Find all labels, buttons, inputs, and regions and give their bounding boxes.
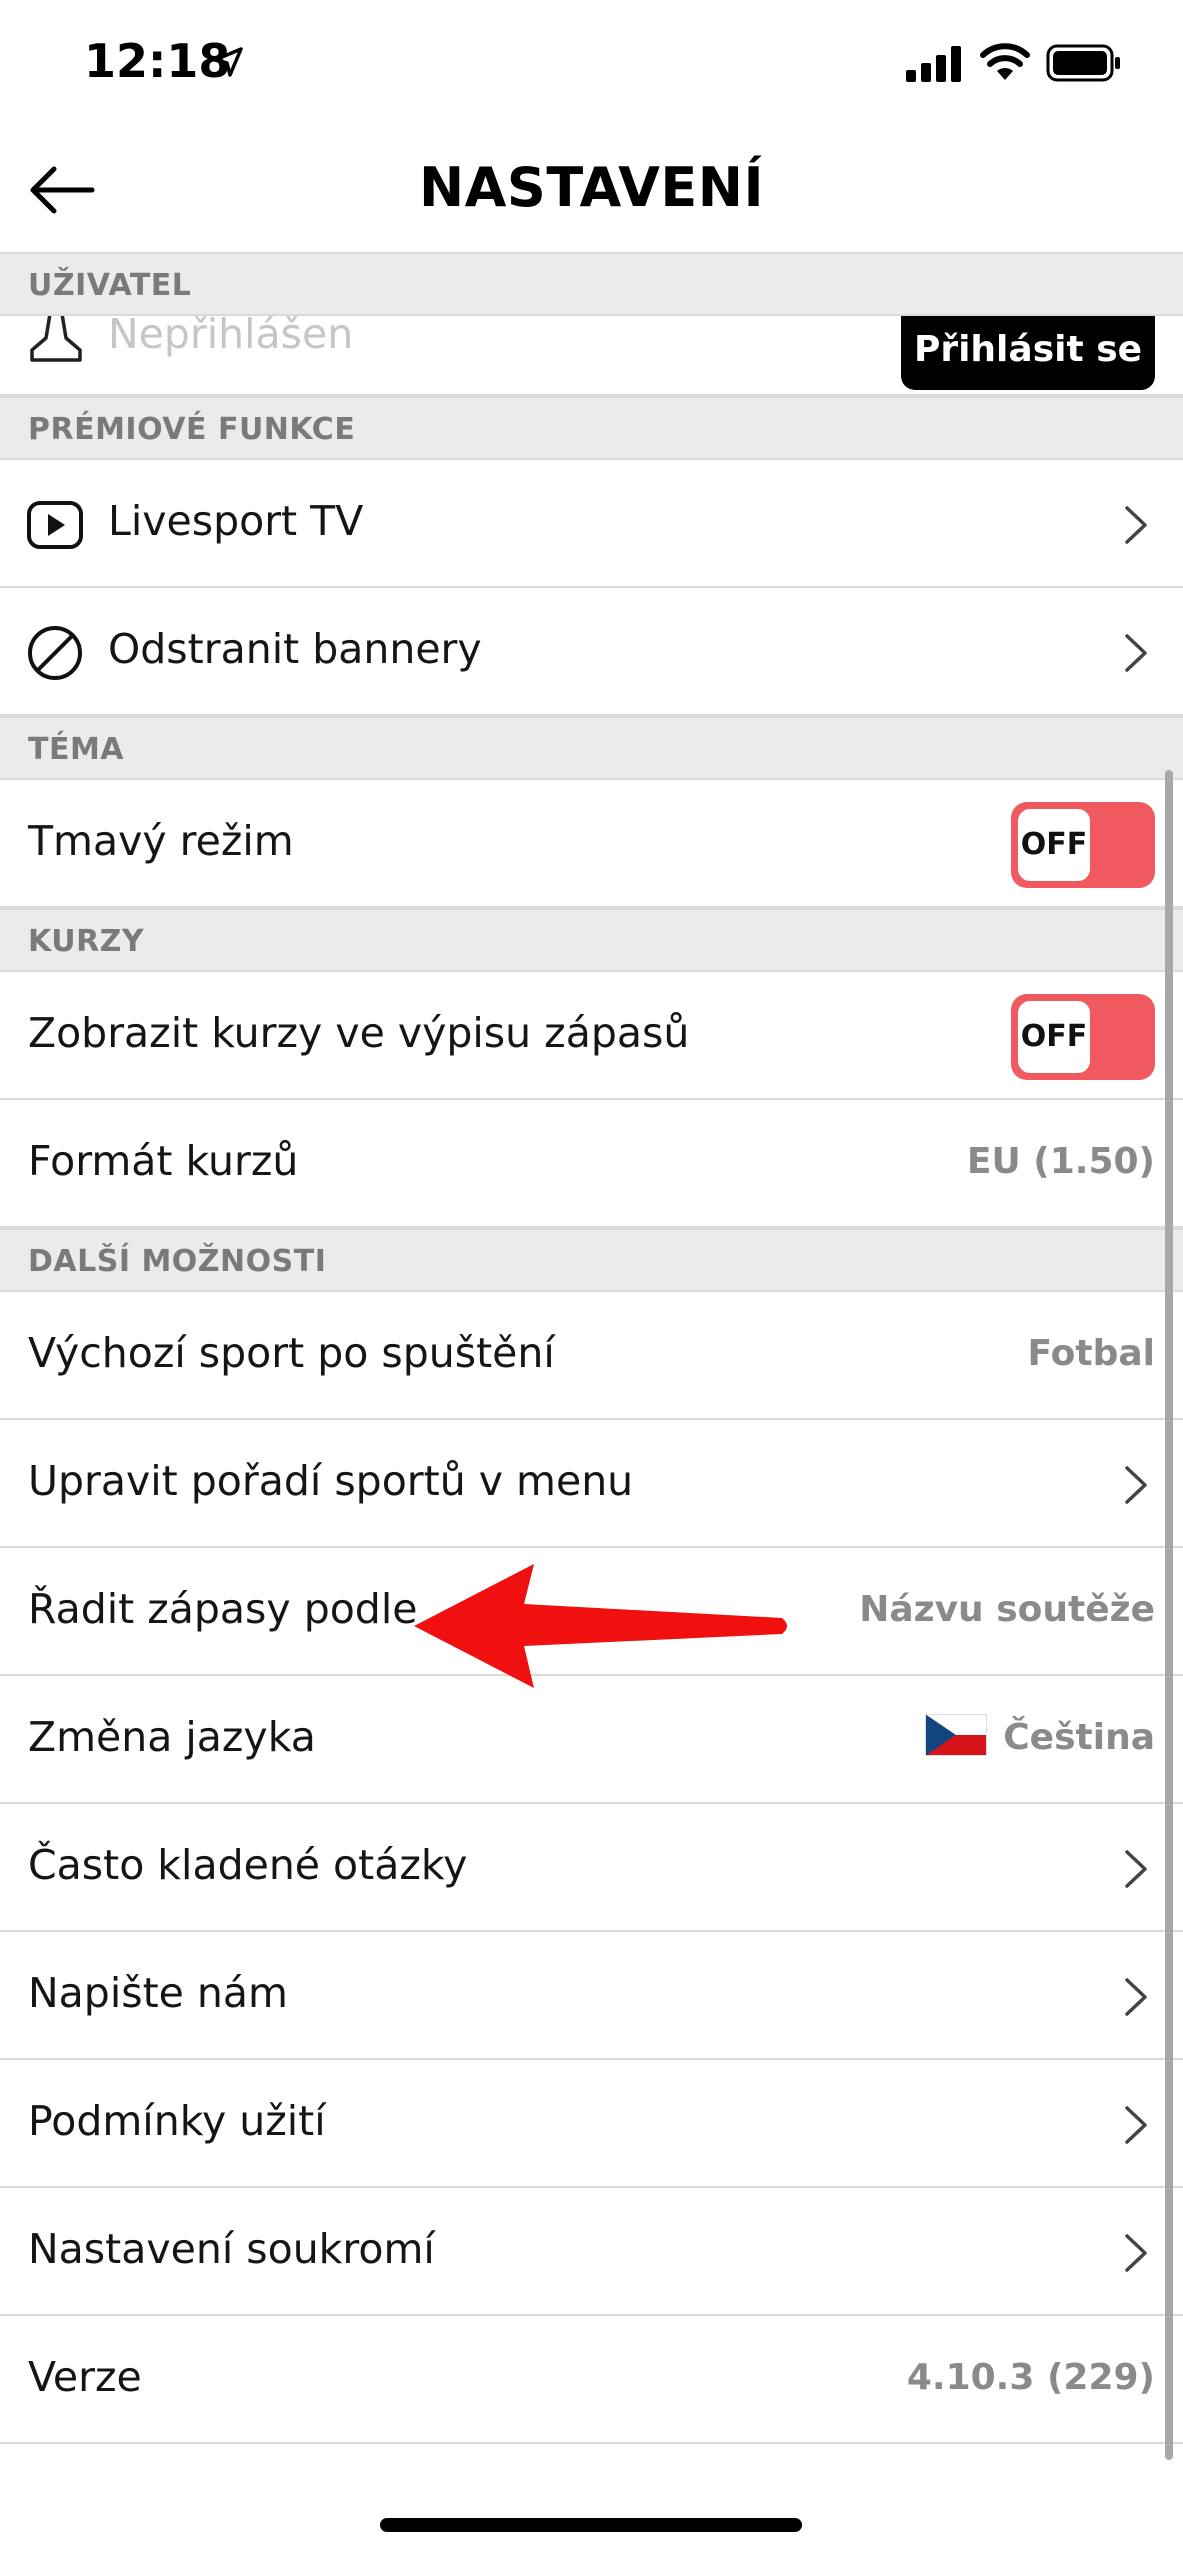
terms-item[interactable]: Podmínky užití xyxy=(0,2060,1183,2188)
default-sport-item[interactable]: Výchozí sport po spuštění Fotbal xyxy=(0,1292,1183,1420)
page-title: NASTAVENÍ xyxy=(418,156,765,219)
show-odds-item: Zobrazit kurzy ve výpisu zápasů OFF xyxy=(0,972,1183,1100)
privacy-item[interactable]: Nastavení soukromí xyxy=(0,2188,1183,2316)
toggle-state: OFF xyxy=(1018,809,1090,881)
chevron-right-icon xyxy=(1125,506,1147,544)
no-ads-icon xyxy=(28,626,82,680)
section-header-more: DALŠÍ MOŽNOSTI xyxy=(0,1228,1183,1292)
row-label: Odstranit bannery xyxy=(108,625,482,673)
home-indicator xyxy=(380,2518,802,2532)
section-header-premium: PRÉMIOVÉ FUNKCE xyxy=(0,396,1183,460)
section-title: UŽIVATEL xyxy=(28,268,192,303)
section-title: PRÉMIOVÉ FUNKCE xyxy=(28,412,356,447)
status-time: 12:18 xyxy=(84,34,231,88)
row-value: EU (1.50) xyxy=(966,1141,1155,1182)
chevron-right-icon xyxy=(1125,2106,1147,2144)
chevron-right-icon xyxy=(1125,1466,1147,1504)
dark-mode-item: Tmavý režim OFF xyxy=(0,780,1183,908)
row-value: Názvu soutěže xyxy=(859,1589,1155,1630)
wifi-icon xyxy=(980,43,1030,80)
battery-icon xyxy=(1046,44,1120,82)
czech-flag-icon xyxy=(925,1714,988,1756)
row-label: Verze xyxy=(28,2353,142,2401)
section-title: DALŠÍ MOŽNOSTI xyxy=(28,1244,327,1279)
toggle-state: OFF xyxy=(1018,1001,1090,1073)
row-label: Tmavý režim xyxy=(28,817,294,865)
row-label: Upravit pořadí sportů v menu xyxy=(28,1457,634,1505)
scrollbar[interactable] xyxy=(1165,770,1173,2460)
row-label: Často kladené otázky xyxy=(28,1841,468,1889)
row-value: Fotbal xyxy=(1027,1333,1155,1374)
section-header-odds: KURZY xyxy=(0,908,1183,972)
row-label: Nastavení soukromí xyxy=(28,2225,435,2273)
row-label: Řadit zápasy podle xyxy=(28,1585,418,1633)
chevron-right-icon xyxy=(1125,634,1147,672)
navbar: NASTAVENÍ xyxy=(0,130,1183,252)
cellular-signal-icon xyxy=(906,46,961,82)
login-button[interactable]: Přihlásit se xyxy=(901,316,1155,390)
chevron-right-icon xyxy=(1125,2234,1147,2272)
annotation-arrow-icon xyxy=(414,1564,787,1688)
login-status: Nepřihlášen xyxy=(108,316,354,358)
settings-list: UŽIVATEL Nepřihlášen Přihlásit se PRÉMIO… xyxy=(0,252,1183,2444)
row-label: Výchozí sport po spuštění xyxy=(28,1329,555,1377)
sport-order-item[interactable]: Upravit pořadí sportů v menu xyxy=(0,1420,1183,1548)
row-label: Napište nám xyxy=(28,1969,288,2017)
play-icon xyxy=(27,501,83,549)
dark-mode-toggle[interactable]: OFF xyxy=(1011,802,1155,888)
user-icon xyxy=(30,316,82,362)
odds-format-item[interactable]: Formát kurzů EU (1.50) xyxy=(0,1100,1183,1228)
row-label: Podmínky užití xyxy=(28,2097,326,2145)
status-bar: 12:18 xyxy=(0,0,1183,130)
language-item[interactable]: Změna jazyka Čeština xyxy=(0,1676,1183,1804)
language-name: Čeština xyxy=(1003,1717,1155,1758)
chevron-right-icon xyxy=(1125,1978,1147,2016)
user-row: Nepřihlášen Přihlásit se xyxy=(0,316,1183,396)
section-title: TÉMA xyxy=(28,732,125,767)
faq-item[interactable]: Často kladené otázky xyxy=(0,1804,1183,1932)
row-label: Livesport TV xyxy=(108,497,364,545)
show-odds-toggle[interactable]: OFF xyxy=(1011,994,1155,1080)
remove-banners-item[interactable]: Odstranit bannery xyxy=(0,588,1183,716)
section-header-user: UŽIVATEL xyxy=(0,252,1183,316)
location-arrow-icon xyxy=(213,47,243,77)
section-header-theme: TÉMA xyxy=(0,716,1183,780)
language-value: Čeština xyxy=(925,1714,1155,1760)
section-title: KURZY xyxy=(28,924,145,959)
livesport-tv-item[interactable]: Livesport TV xyxy=(0,460,1183,588)
chevron-right-icon xyxy=(1125,1850,1147,1888)
version-item: Verze 4.10.3 (229) xyxy=(0,2316,1183,2444)
row-label: Změna jazyka xyxy=(28,1713,316,1761)
row-label: Formát kurzů xyxy=(28,1137,299,1185)
row-label: Zobrazit kurzy ve výpisu zápasů xyxy=(28,1009,690,1057)
row-value: 4.10.3 (229) xyxy=(906,2357,1155,2398)
contact-item[interactable]: Napište nám xyxy=(0,1932,1183,2060)
